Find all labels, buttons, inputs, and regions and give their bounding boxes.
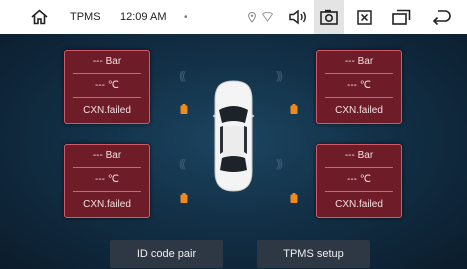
location-icon	[246, 0, 258, 34]
connection-status: CXN.failed	[83, 105, 131, 116]
app-title: TPMS	[70, 11, 101, 23]
divider	[73, 97, 141, 98]
id-code-pair-button[interactable]: ID code pair	[110, 240, 223, 268]
wifi-icon	[260, 0, 274, 34]
signal-icon: )))	[276, 70, 283, 82]
battery-icon	[290, 193, 298, 203]
tire-panel-rear-right: --- Bar --- ℃ CXN.failed	[316, 144, 402, 218]
car-icon	[212, 80, 255, 192]
battery-icon	[180, 193, 188, 203]
connection-status: CXN.failed	[335, 105, 383, 116]
home-icon[interactable]	[26, 0, 52, 34]
back-icon[interactable]	[428, 0, 454, 34]
divider	[325, 191, 393, 192]
tire-panel-rear-left: --- Bar --- ℃ CXN.failed	[64, 144, 150, 218]
signal-icon: (((	[179, 158, 186, 170]
signal-icon: (((	[179, 70, 186, 82]
pressure-value: --- Bar	[92, 150, 122, 161]
temperature-value: --- ℃	[95, 80, 119, 91]
pressure-value: --- Bar	[344, 150, 374, 161]
window-icon[interactable]	[388, 0, 414, 34]
connection-status: CXN.failed	[83, 199, 131, 210]
temperature-value: --- ℃	[95, 174, 119, 185]
tire-panel-front-right: --- Bar --- ℃ CXN.failed	[316, 50, 402, 124]
divider	[73, 73, 141, 74]
signal-icon: )))	[276, 158, 283, 170]
battery-icon	[290, 104, 298, 114]
tire-panel-front-left: --- Bar --- ℃ CXN.failed	[64, 50, 150, 124]
clock: 12:09 AM	[120, 11, 167, 23]
pressure-value: --- Bar	[92, 56, 122, 67]
divider	[325, 167, 393, 168]
connection-status: CXN.failed	[335, 199, 383, 210]
volume-icon[interactable]	[286, 0, 310, 34]
pressure-value: --- Bar	[344, 56, 374, 67]
temperature-value: --- ℃	[347, 80, 371, 91]
battery-icon	[180, 104, 188, 114]
divider	[325, 73, 393, 74]
divider	[73, 167, 141, 168]
status-dot: •	[184, 11, 188, 23]
screenshot-icon[interactable]	[314, 0, 344, 34]
temperature-value: --- ℃	[347, 174, 371, 185]
divider	[73, 191, 141, 192]
divider	[325, 97, 393, 98]
status-bar: TPMS 12:09 AM •	[0, 0, 467, 34]
close-icon[interactable]	[352, 0, 376, 34]
tpms-setup-button[interactable]: TPMS setup	[257, 240, 370, 268]
